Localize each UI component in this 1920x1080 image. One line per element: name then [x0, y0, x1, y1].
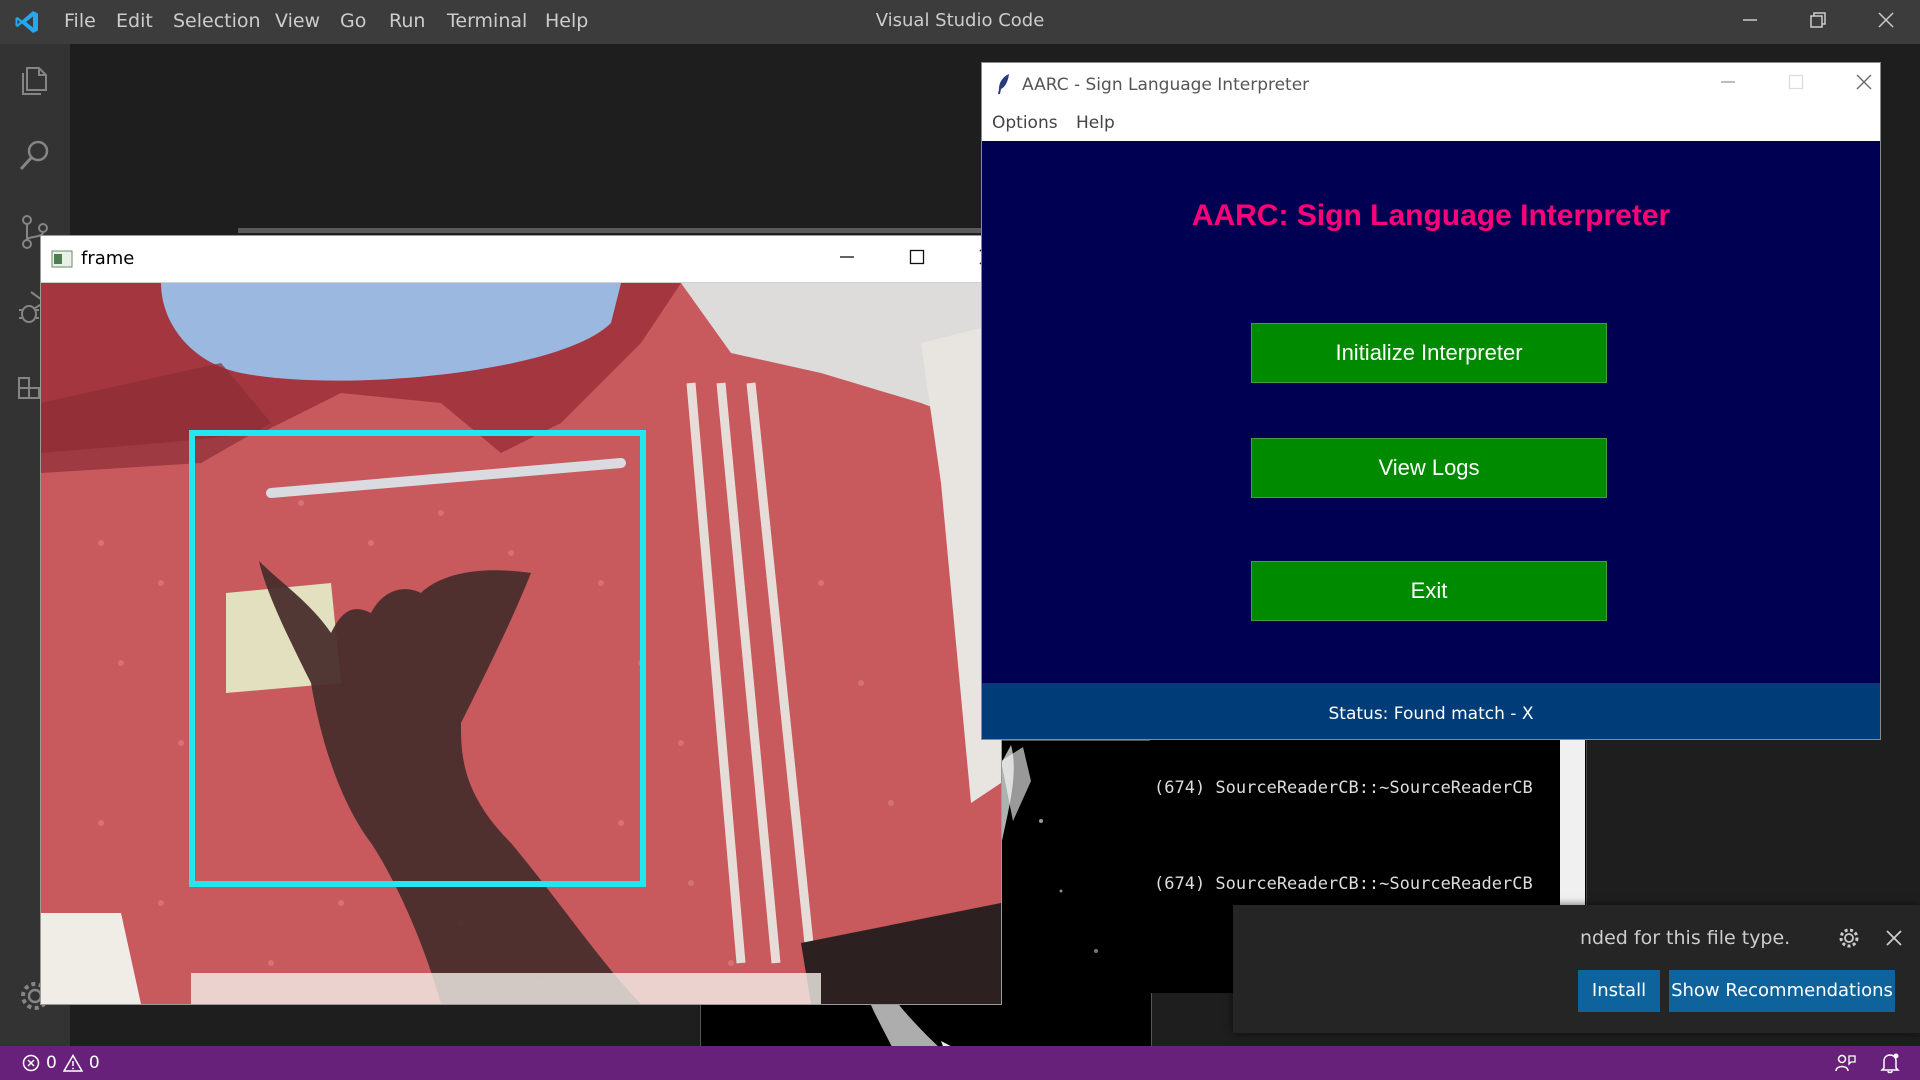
frame-maximize-button[interactable]	[897, 242, 937, 276]
extension-notification: nded for this file type. Install Show Re…	[1233, 905, 1920, 1033]
problems-indicator[interactable]: 0 0	[22, 1052, 100, 1074]
frame-minimize-button[interactable]	[827, 242, 867, 276]
close-icon	[1878, 12, 1894, 28]
close-icon[interactable]	[1885, 929, 1903, 947]
initialize-interpreter-button[interactable]: Initialize Interpreter	[1251, 323, 1607, 383]
exit-button[interactable]: Exit	[1251, 561, 1607, 621]
aarc-title: AARC - Sign Language Interpreter	[1022, 75, 1310, 95]
view-logs-button[interactable]: View Logs	[1251, 438, 1607, 498]
frame-window: frame	[40, 235, 1002, 1005]
warning-icon	[62, 1054, 83, 1072]
feedback-icon[interactable]	[1834, 1053, 1856, 1073]
aarc-titlebar: AARC - Sign Language Interpreter	[982, 63, 1880, 105]
console-line: (674) SourceReaderCB::~SourceReaderCB	[1154, 874, 1533, 894]
minimize-icon	[1743, 19, 1757, 21]
camera-frame-image	[41, 283, 1001, 1004]
aarc-window: AARC - Sign Language Interpreter Options…	[981, 62, 1881, 740]
camera-feed	[41, 283, 1001, 1004]
aarc-body: AARC: Sign Language Interpreter Initiali…	[982, 141, 1880, 683]
aarc-status-bar: Status: Found match - X	[982, 683, 1880, 739]
notifications-bell-icon[interactable]	[1880, 1052, 1900, 1074]
minimize-button[interactable]	[1730, 4, 1770, 40]
maximize-icon	[909, 249, 925, 265]
gear-icon[interactable]	[1837, 926, 1861, 950]
restore-icon	[1810, 12, 1826, 28]
search-icon[interactable]	[15, 136, 55, 176]
warning-count: 0	[88, 1053, 100, 1073]
aarc-menubar: Options Help	[982, 105, 1880, 141]
feather-icon	[998, 74, 1009, 94]
restore-button[interactable]	[1798, 4, 1838, 40]
aarc-menu-help[interactable]: Help	[1076, 113, 1115, 133]
console-line: (674) SourceReaderCB::~SourceReaderCB	[1154, 778, 1533, 798]
window-title: Visual Studio Code	[875, 10, 1045, 31]
vscode-titlebar: File Edit Selection View Go Run Terminal…	[0, 0, 1920, 44]
error-icon	[22, 1054, 40, 1072]
error-count: 0	[46, 1053, 57, 1073]
aarc-minimize-button[interactable]	[1708, 67, 1748, 101]
minimize-icon	[840, 256, 854, 258]
aarc-maximize-button[interactable]	[1776, 67, 1816, 101]
aarc-heading: AARC: Sign Language Interpreter	[1191, 199, 1671, 232]
frame-titlebar: frame	[41, 236, 1001, 283]
maximize-icon	[1788, 74, 1804, 90]
status-text: Status: Found match - X	[1328, 704, 1534, 724]
frame-title: frame	[81, 248, 135, 269]
status-bar: 0 0	[0, 1046, 1920, 1080]
aarc-menu-options[interactable]: Options	[992, 113, 1058, 133]
close-button[interactable]	[1866, 4, 1906, 40]
notification-message: nded for this file type.	[1580, 927, 1791, 949]
aarc-close-button[interactable]	[1844, 67, 1884, 101]
close-icon	[1856, 74, 1872, 90]
install-button[interactable]: Install	[1578, 970, 1660, 1012]
show-recommendations-button[interactable]: Show Recommendations	[1669, 970, 1895, 1012]
explorer-icon[interactable]	[15, 60, 55, 100]
app-window-icon	[51, 250, 73, 268]
editor-scroll-shadow	[238, 228, 998, 233]
minimize-icon	[1721, 81, 1735, 83]
